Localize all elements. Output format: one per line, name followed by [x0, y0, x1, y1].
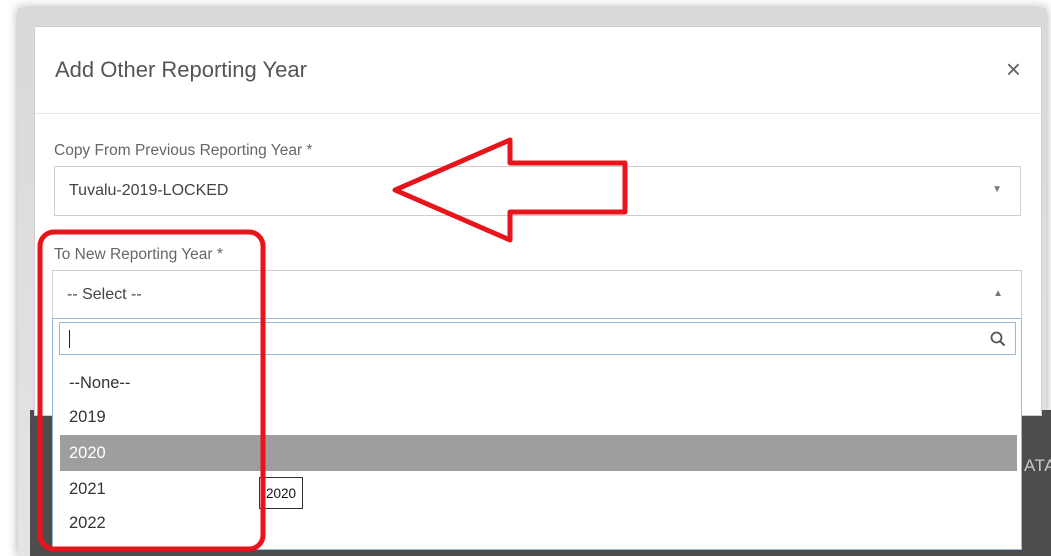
annotation-overlay: [37, 137, 628, 552]
annotation-arrow: [392, 137, 628, 243]
annotation-highlight-box: [37, 229, 266, 552]
